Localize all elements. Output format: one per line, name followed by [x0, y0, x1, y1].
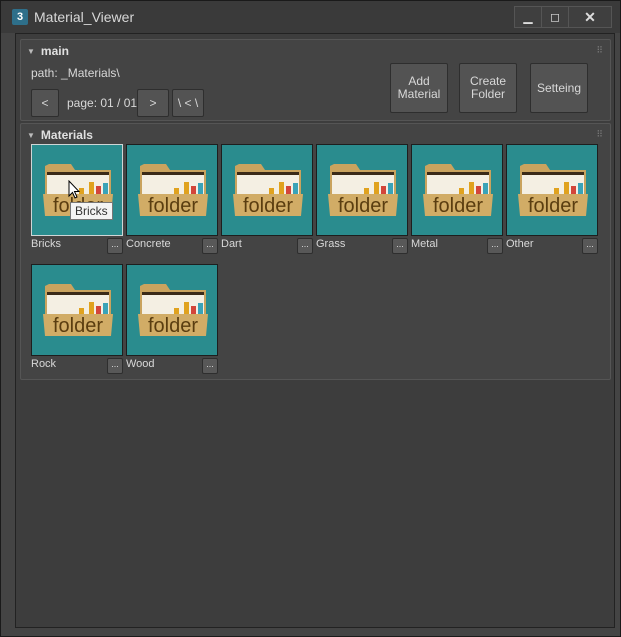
- window-title: Material_Viewer: [34, 9, 135, 25]
- more-options-button[interactable]: ...: [202, 238, 218, 254]
- material-folder-tile[interactable]: folder: [31, 264, 123, 356]
- material-name-label: Concrete: [126, 238, 171, 250]
- tooltip: Bricks: [70, 202, 113, 220]
- client-area: ▼ main ⠿ path: _Materials\ < page: 01 / 0…: [15, 33, 615, 628]
- main-rollout: ▼ main ⠿ path: _Materials\ < page: 01 / 0…: [20, 39, 611, 121]
- folder-icon: folder: [423, 164, 493, 217]
- materials-rollout-header[interactable]: ▼ Materials: [27, 128, 93, 142]
- create-folder-button[interactable]: Create Folder: [459, 63, 517, 113]
- app-logo-icon: 3: [12, 9, 28, 25]
- close-button[interactable]: ✕: [569, 7, 611, 27]
- folder-icon: folder: [518, 164, 588, 217]
- material-name-label: Metal: [411, 238, 438, 250]
- more-options-button[interactable]: ...: [392, 238, 408, 254]
- main-heading: main: [40, 44, 69, 58]
- more-options-button[interactable]: ...: [582, 238, 598, 254]
- folder-label-text: folder: [338, 195, 388, 217]
- materials-rollout: ▼ Materials ⠿ folder Bricks... folder Concre…: [20, 123, 611, 380]
- mouse-cursor-icon: [68, 180, 80, 199]
- path-label: path: _Materials\: [31, 66, 120, 80]
- material-folder-tile[interactable]: folder: [506, 144, 598, 236]
- material-name-label: Bricks: [31, 238, 61, 250]
- material-viewer-window: 3 Material_Viewer ▁ ◻ ✕ ▼ main ⠿ path: _M…: [0, 0, 621, 637]
- folder-label-text: folder: [433, 195, 483, 217]
- folder-label-text: folder: [528, 195, 578, 217]
- prev-page-button[interactable]: <: [31, 89, 59, 117]
- material-folder-tile[interactable]: folder: [316, 144, 408, 236]
- maximize-button[interactable]: ◻: [542, 7, 569, 27]
- folder-icon: folder: [43, 284, 113, 337]
- folder-icon: folder: [233, 164, 303, 217]
- material-name-label: Grass: [316, 238, 346, 250]
- window-controls: ▁ ◻ ✕: [514, 6, 612, 28]
- main-rollout-header[interactable]: ▼ main: [27, 44, 69, 58]
- more-options-button[interactable]: ...: [107, 358, 123, 374]
- minimize-button[interactable]: ▁: [515, 7, 542, 27]
- more-options-button[interactable]: ...: [297, 238, 313, 254]
- root-folder-button[interactable]: \ < \: [172, 89, 204, 117]
- drag-grip-icon[interactable]: ⠿: [596, 45, 603, 56]
- folder-label-text: folder: [148, 315, 198, 337]
- folder-icon: folder: [138, 284, 208, 337]
- material-folder-tile[interactable]: folder: [221, 144, 313, 236]
- material-name-label: Other: [506, 238, 534, 250]
- material-folder-tile[interactable]: folder: [126, 144, 218, 236]
- more-options-button[interactable]: ...: [487, 238, 503, 254]
- material-folder-tile[interactable]: folder: [411, 144, 503, 236]
- material-name-label: Rock: [31, 358, 57, 370]
- add-material-button[interactable]: Add Material: [390, 63, 448, 113]
- material-name-label: Dart: [221, 238, 242, 250]
- folder-icon: folder: [328, 164, 398, 217]
- setting-button[interactable]: Setteing: [530, 63, 588, 113]
- more-options-button[interactable]: ...: [202, 358, 218, 374]
- folder-icon: folder: [138, 164, 208, 217]
- material-folder-tile[interactable]: folder: [126, 264, 218, 356]
- folder-label-text: folder: [243, 195, 293, 217]
- next-page-button[interactable]: >: [137, 89, 169, 117]
- title-bar[interactable]: 3 Material_Viewer ▁ ◻ ✕: [1, 1, 620, 33]
- collapse-triangle-icon[interactable]: ▼: [27, 131, 35, 140]
- more-options-button[interactable]: ...: [107, 238, 123, 254]
- materials-heading: Materials: [40, 128, 93, 142]
- material-name-label: Wood: [126, 358, 155, 370]
- folder-label-text: folder: [53, 315, 103, 337]
- collapse-triangle-icon[interactable]: ▼: [27, 47, 35, 56]
- drag-grip-icon[interactable]: ⠿: [596, 129, 603, 140]
- folder-label-text: folder: [148, 195, 198, 217]
- page-indicator: page: 01 / 01: [67, 96, 138, 110]
